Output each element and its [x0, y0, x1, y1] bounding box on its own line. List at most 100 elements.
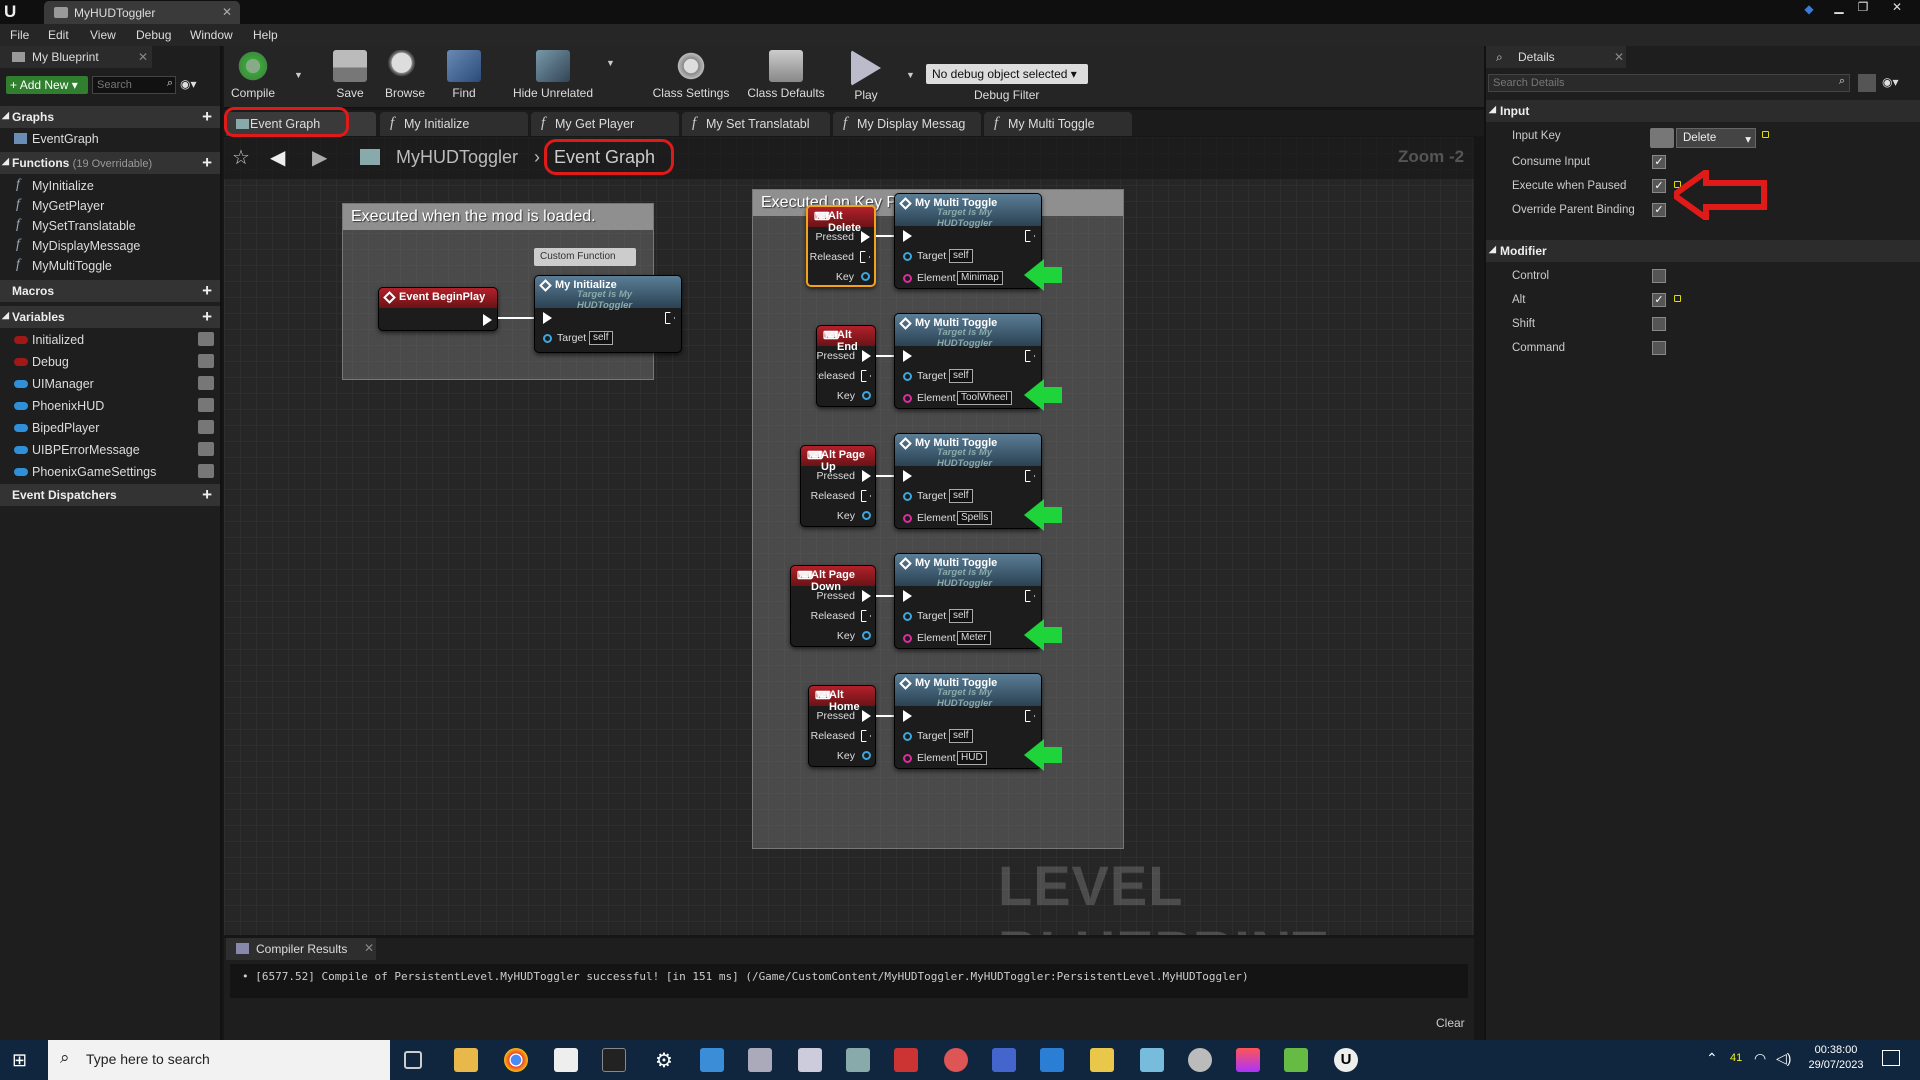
element-pin[interactable] — [903, 754, 912, 763]
close-window-button[interactable]: ✕ — [1886, 0, 1908, 16]
variable-item[interactable]: Initialized — [14, 330, 214, 350]
app-icon[interactable] — [1140, 1048, 1164, 1072]
variable-item[interactable]: Debug — [14, 352, 214, 372]
eye-icon[interactable]: ◉▾ — [180, 77, 197, 91]
hide-unrelated-options-arrow-icon[interactable]: ▼ — [606, 58, 615, 68]
app-icon[interactable] — [1236, 1048, 1260, 1072]
details-tab[interactable]: ⌕ Details ✕ — [1486, 46, 1626, 68]
class-settings-button[interactable]: Class Settings — [648, 50, 734, 106]
element-value[interactable]: Minimap — [957, 271, 1003, 285]
menu-window[interactable]: Window — [190, 28, 233, 42]
exec-output-pin[interactable] — [862, 470, 871, 482]
save-button[interactable]: Save — [328, 50, 372, 106]
target-pin[interactable] — [903, 252, 912, 261]
exec-output-pin[interactable] — [1025, 230, 1035, 242]
exec-output-pin[interactable] — [861, 490, 871, 502]
target-pin[interactable] — [903, 492, 912, 501]
input-section[interactable]: ◢ Input — [1486, 100, 1920, 122]
menu-file[interactable]: File — [10, 28, 29, 42]
visibility-eye-icon[interactable] — [198, 442, 214, 456]
clock[interactable]: 00:38:00 29/07/2023 — [1808, 1044, 1864, 1071]
exec-input-pin[interactable] — [903, 230, 912, 242]
graph-item-eventgraph[interactable]: EventGraph — [14, 129, 214, 149]
favorite-star-icon[interactable]: ☆ — [232, 145, 250, 170]
add-macro-button[interactable]: + — [202, 281, 212, 301]
minimize-button[interactable]: ▁ — [1828, 0, 1850, 16]
variables-section[interactable]: ◢ Variables + — [0, 306, 220, 328]
visibility-eye-icon[interactable] — [198, 354, 214, 368]
tab-my-multi-toggle[interactable]: f My Multi Toggle — [984, 112, 1132, 136]
menu-view[interactable]: View — [90, 28, 116, 42]
key-event-node[interactable]: ⌨ Alt Page Up Pressed Released Key — [800, 445, 876, 527]
function-item[interactable]: f MyDisplayMessage — [14, 236, 214, 256]
exec-output-pin[interactable] — [862, 350, 871, 362]
target-pin[interactable] — [903, 372, 912, 381]
exec-output-pin[interactable] — [861, 730, 871, 742]
forward-arrow-icon[interactable]: ▶ — [312, 145, 327, 170]
exec-output-pin[interactable] — [1025, 350, 1035, 362]
details-search-input[interactable]: Search Details ⌕ — [1488, 74, 1850, 92]
exec-output-pin[interactable] — [860, 251, 870, 263]
task-view-icon[interactable] — [404, 1051, 422, 1069]
functions-section[interactable]: ◢ Functions (19 Overridable) + — [0, 152, 220, 174]
target-pin[interactable] — [543, 334, 552, 343]
app-icon[interactable] — [1040, 1048, 1064, 1072]
app-icon[interactable] — [846, 1048, 870, 1072]
exec-output-pin[interactable] — [665, 312, 675, 324]
window-tab[interactable]: MyHUDToggler ✕ — [44, 1, 240, 24]
close-tab-icon[interactable]: ✕ — [364, 941, 374, 955]
exec-input-pin[interactable] — [903, 350, 912, 362]
browse-button[interactable]: Browse — [380, 50, 430, 106]
macros-section[interactable]: Macros + — [0, 280, 220, 302]
app-icon[interactable] — [1188, 1048, 1212, 1072]
app-icon[interactable] — [944, 1048, 968, 1072]
exec-input-pin[interactable] — [903, 470, 912, 482]
app-icon[interactable] — [700, 1048, 724, 1072]
exec-output-pin[interactable] — [1025, 710, 1035, 722]
modifier-section[interactable]: ◢ Modifier — [1486, 240, 1920, 262]
control-checkbox[interactable] — [1652, 269, 1666, 283]
notepad-icon[interactable] — [554, 1048, 578, 1072]
variable-item[interactable]: PhoenixGameSettings — [14, 462, 214, 482]
chevron-up-icon[interactable]: ⌃ — [1706, 1050, 1718, 1067]
tab-my-display-message[interactable]: f My Display Messag — [833, 112, 981, 136]
exec-output-pin[interactable] — [1025, 590, 1035, 602]
chrome-icon[interactable] — [504, 1048, 528, 1072]
exec-input-pin[interactable] — [543, 312, 552, 324]
close-tab-icon[interactable]: ✕ — [138, 50, 148, 64]
app-icon[interactable] — [992, 1048, 1016, 1072]
execute-when-paused-checkbox[interactable]: ✓ — [1652, 179, 1666, 193]
variable-item[interactable]: PhoenixHUD — [14, 396, 214, 416]
function-item[interactable]: f MyInitialize — [14, 176, 214, 196]
menu-edit[interactable]: Edit — [48, 28, 69, 42]
add-graph-button[interactable]: + — [202, 107, 212, 127]
play-button[interactable]: Play — [846, 50, 886, 106]
shift-checkbox[interactable] — [1652, 317, 1666, 331]
key-output-pin[interactable] — [862, 511, 871, 520]
tab-my-get-player[interactable]: f My Get Player — [531, 112, 679, 136]
volume-icon[interactable]: ◁) — [1776, 1050, 1791, 1067]
element-value[interactable]: Meter — [957, 631, 991, 645]
element-value[interactable]: ToolWheel — [957, 391, 1012, 405]
back-arrow-icon[interactable]: ◀ — [270, 145, 285, 170]
key-output-pin[interactable] — [862, 391, 871, 400]
event-beginplay-node[interactable]: Event BeginPlay — [378, 287, 498, 331]
function-item[interactable]: f MyGetPlayer — [14, 196, 214, 216]
exec-output-pin[interactable] — [862, 710, 871, 722]
visibility-eye-icon[interactable] — [198, 464, 214, 478]
restore-button[interactable]: ❐ — [1852, 0, 1874, 16]
add-variable-button[interactable]: + — [202, 307, 212, 327]
visibility-eye-icon[interactable] — [198, 376, 214, 390]
app-icon[interactable] — [798, 1048, 822, 1072]
my-multi-toggle-node[interactable]: My Multi Toggle Target is My HUDToggler Ta… — [894, 313, 1042, 409]
target-pin[interactable] — [903, 612, 912, 621]
input-key-select[interactable]: Delete ▾ — [1676, 128, 1756, 148]
wifi-icon[interactable]: ◠ — [1754, 1050, 1766, 1067]
alt-checkbox[interactable]: ✓ — [1652, 293, 1666, 307]
variable-item[interactable]: BipedPlayer — [14, 418, 214, 438]
close-tab-icon[interactable]: ✕ — [1614, 50, 1624, 64]
grid-view-icon[interactable] — [1858, 74, 1876, 92]
terminal-icon[interactable] — [602, 1048, 626, 1072]
notifications-icon[interactable] — [1882, 1050, 1900, 1066]
add-function-button[interactable]: + — [202, 153, 212, 173]
